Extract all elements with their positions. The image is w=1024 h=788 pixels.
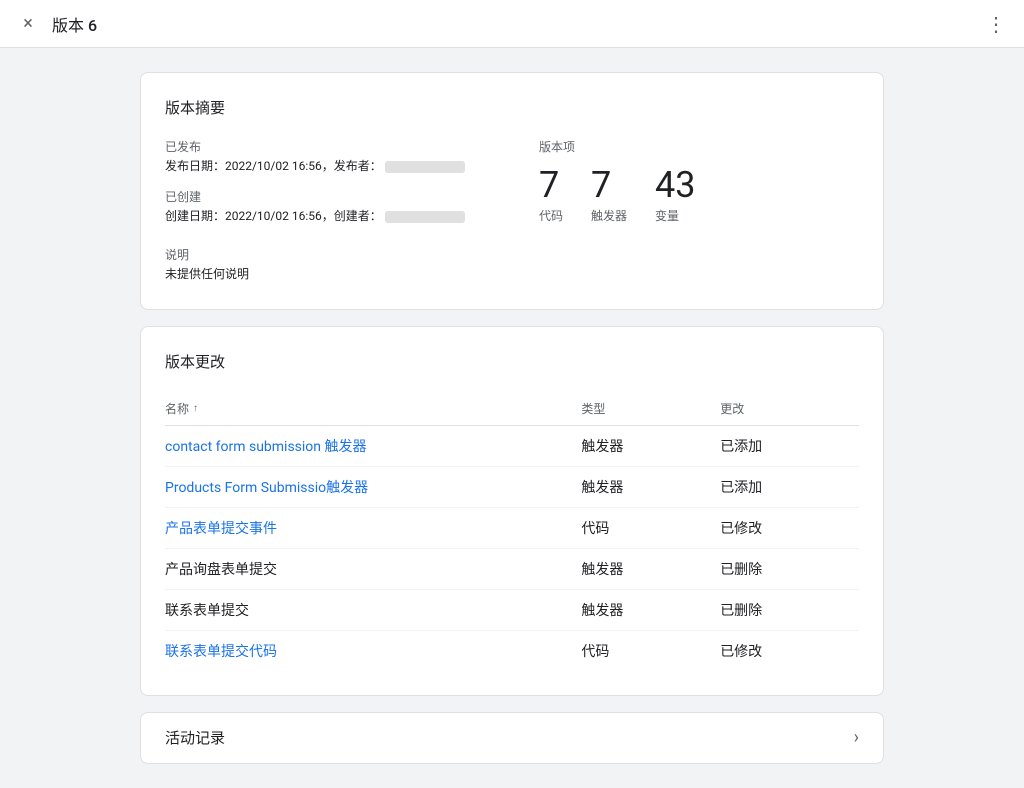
created-date: 创建日期：2022/10/02 16:56，创建者： bbox=[165, 207, 539, 226]
table-row: contact form submission 触发器 触发器已添加 bbox=[165, 425, 859, 466]
top-bar: × 版本 6 ⋮ bbox=[0, 0, 1024, 48]
row-name-link[interactable]: contact form submission 触发器 bbox=[165, 439, 367, 455]
summary-left: 已发布 发布日期：2022/10/02 16:56，发布者： 已创建 创建日期：… bbox=[165, 138, 539, 285]
stat-code-number: 7 bbox=[539, 167, 559, 203]
table-cell-change: 已添加 bbox=[720, 425, 859, 466]
created-label: 已创建 bbox=[165, 188, 539, 205]
stat-variable-number: 43 bbox=[655, 167, 695, 203]
stat-code-label: 代码 bbox=[539, 207, 563, 224]
table-cell-type: 代码 bbox=[581, 507, 720, 548]
table-cell-name[interactable]: 产品表单提交事件 bbox=[165, 507, 581, 548]
sort-icon: ↑ bbox=[193, 403, 198, 414]
published-label: 已发布 bbox=[165, 138, 539, 155]
table-cell-type: 触发器 bbox=[581, 466, 720, 507]
description-section: 说明 未提供任何说明 bbox=[165, 246, 539, 284]
summary-card-title: 版本摘要 bbox=[165, 97, 859, 118]
page-title: 版本 6 bbox=[52, 12, 97, 36]
table-cell-change: 已删除 bbox=[720, 589, 859, 630]
table-cell-name[interactable]: Products Form Submissio触发器 bbox=[165, 466, 581, 507]
summary-right: 版本项 7 代码 7 触发器 43 变量 bbox=[539, 138, 859, 285]
published-author-blurred bbox=[385, 161, 465, 173]
table-cell-change: 已添加 bbox=[720, 466, 859, 507]
table-cell-name: 联系表单提交 bbox=[165, 589, 581, 630]
stat-variable-label: 变量 bbox=[655, 207, 679, 224]
summary-card: 版本摘要 已发布 发布日期：2022/10/02 16:56，发布者： 已创建 … bbox=[140, 72, 884, 310]
table-cell-change: 已修改 bbox=[720, 630, 859, 671]
table-row: 产品表单提交事件 代码已修改 bbox=[165, 507, 859, 548]
main-content: 版本摘要 已发布 发布日期：2022/10/02 16:56，发布者： 已创建 … bbox=[0, 48, 1024, 788]
table-cell-change: 已修改 bbox=[720, 507, 859, 548]
col-header-name: 名称 ↑ bbox=[165, 392, 581, 426]
col-header-type: 类型 bbox=[581, 392, 720, 426]
activity-card[interactable]: 活动记录 › bbox=[140, 712, 884, 764]
stat-code: 7 代码 bbox=[539, 167, 563, 224]
table-cell-type: 触发器 bbox=[581, 425, 720, 466]
summary-grid: 已发布 发布日期：2022/10/02 16:56，发布者： 已创建 创建日期：… bbox=[165, 138, 859, 285]
row-name-link[interactable]: 联系表单提交代码 bbox=[165, 644, 277, 660]
activity-title: 活动记录 bbox=[165, 727, 225, 748]
changes-table-head: 名称 ↑ 类型 更改 bbox=[165, 392, 859, 426]
created-author-blurred bbox=[385, 211, 465, 223]
more-icon[interactable]: ⋮ bbox=[984, 12, 1008, 36]
changes-table-body: contact form submission 触发器触发器已添加Product… bbox=[165, 425, 859, 671]
changes-table-header-row: 名称 ↑ 类型 更改 bbox=[165, 392, 859, 426]
table-cell-change: 已删除 bbox=[720, 548, 859, 589]
table-cell-type: 代码 bbox=[581, 630, 720, 671]
changes-table: 名称 ↑ 类型 更改 contact form submission 触发器触发… bbox=[165, 392, 859, 671]
changes-card: 版本更改 名称 ↑ 类型 更改 contact form submission … bbox=[140, 326, 884, 696]
stat-trigger-number: 7 bbox=[591, 167, 611, 203]
stat-trigger: 7 触发器 bbox=[591, 167, 627, 224]
close-icon[interactable]: × bbox=[16, 12, 40, 36]
created-section: 已创建 创建日期：2022/10/02 16:56，创建者： bbox=[165, 188, 539, 226]
table-row: 联系表单提交代码 代码已修改 bbox=[165, 630, 859, 671]
stat-variable: 43 变量 bbox=[655, 167, 695, 224]
table-cell-type: 触发器 bbox=[581, 589, 720, 630]
table-cell-type: 触发器 bbox=[581, 548, 720, 589]
version-stats: 7 代码 7 触发器 43 变量 bbox=[539, 167, 859, 224]
description-label: 说明 bbox=[165, 246, 539, 263]
stat-trigger-label: 触发器 bbox=[591, 207, 627, 224]
table-cell-name: 产品询盘表单提交 bbox=[165, 548, 581, 589]
published-date: 发布日期：2022/10/02 16:56，发布者： bbox=[165, 157, 539, 176]
description-value: 未提供任何说明 bbox=[165, 265, 539, 284]
top-bar-left: × 版本 6 bbox=[16, 12, 97, 36]
table-row: 产品询盘表单提交触发器已删除 bbox=[165, 548, 859, 589]
changes-card-title: 版本更改 bbox=[165, 351, 859, 372]
table-row: Products Form Submissio触发器 触发器已添加 bbox=[165, 466, 859, 507]
published-section: 已发布 发布日期：2022/10/02 16:56，发布者： bbox=[165, 138, 539, 176]
table-row: 联系表单提交触发器已删除 bbox=[165, 589, 859, 630]
version-items-label: 版本项 bbox=[539, 138, 859, 155]
chevron-right-icon: › bbox=[854, 727, 859, 748]
row-name-link[interactable]: 产品表单提交事件 bbox=[165, 521, 277, 537]
col-header-change: 更改 bbox=[720, 392, 859, 426]
table-cell-name[interactable]: 联系表单提交代码 bbox=[165, 630, 581, 671]
row-name-link[interactable]: Products Form Submissio触发器 bbox=[165, 480, 368, 496]
table-cell-name[interactable]: contact form submission 触发器 bbox=[165, 425, 581, 466]
